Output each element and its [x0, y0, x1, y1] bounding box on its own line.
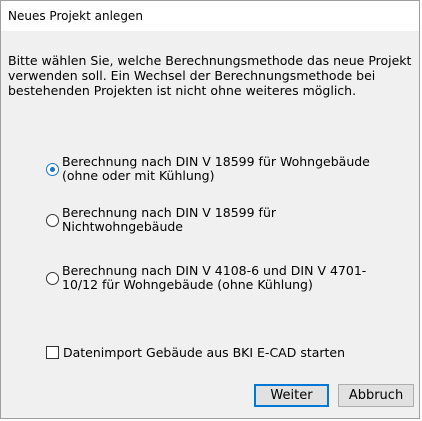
import-option[interactable]: Datenimport Gebäude aus BKI E-CAD starte… [46, 345, 345, 360]
intro-text: Bitte wählen Sie, welche Berechnungsmeth… [8, 53, 412, 98]
title-bar[interactable]: Neues Projekt anlegen [1, 1, 419, 31]
option-din18599-nichtwohn[interactable]: Berechnung nach DIN V 18599 für Nichtwoh… [46, 206, 392, 234]
option-din18599-wohn[interactable]: Berechnung nach DIN V 18599 für Wohngebä… [46, 155, 392, 183]
radio-button-selected[interactable] [46, 162, 59, 176]
cancel-button[interactable]: Abbruch [338, 384, 414, 407]
dialog-window: Neues Projekt anlegen Bitte wählen Sie, … [0, 0, 420, 419]
option-label: Berechnung nach DIN V 4108-6 und DIN V 4… [62, 263, 367, 292]
dialog-title: Neues Projekt anlegen [8, 9, 143, 23]
option-label: Berechnung nach DIN V 18599 für Nichtwoh… [62, 205, 277, 234]
radio-button[interactable] [46, 271, 59, 285]
import-checkbox-label: Datenimport Gebäude aus BKI E-CAD starte… [63, 345, 346, 360]
option-label: Berechnung nach DIN V 18599 für Wohngebä… [62, 154, 370, 183]
radio-button[interactable] [46, 213, 59, 227]
import-checkbox[interactable] [46, 346, 59, 359]
option-din4108-wohn[interactable]: Berechnung nach DIN V 4108-6 und DIN V 4… [46, 264, 392, 292]
next-button[interactable]: Weiter [254, 384, 329, 407]
dialog-body: Bitte wählen Sie, welche Berechnungsmeth… [1, 31, 419, 418]
